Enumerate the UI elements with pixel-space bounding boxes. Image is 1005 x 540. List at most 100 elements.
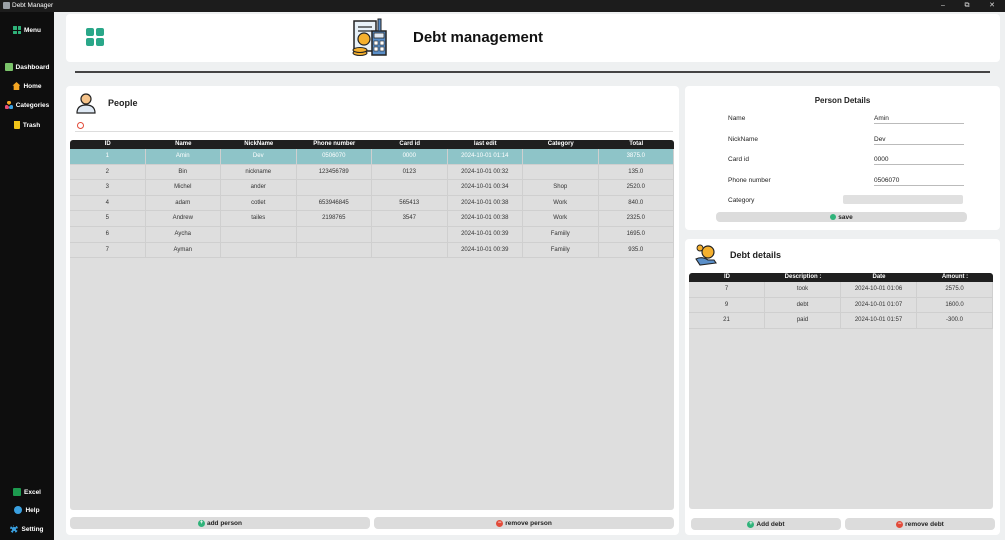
table-cell: 1600.0 (917, 297, 993, 313)
help-icon (14, 506, 23, 514)
plus-icon: + (197, 519, 205, 527)
search-icon[interactable] (77, 122, 84, 129)
app-logo-icon (86, 28, 104, 46)
table-cell: 2024-10-01 00:39 (448, 226, 523, 242)
table-cell: debt (765, 297, 841, 313)
table-cell: 3547 (372, 211, 448, 226)
category-select[interactable] (843, 195, 963, 204)
column-header[interactable]: Date (841, 273, 917, 282)
table-cell (221, 226, 297, 242)
card-id-input[interactable]: 0000 (874, 156, 964, 165)
remove-debt-button[interactable]: − remove debt (845, 518, 995, 530)
phone-number-input[interactable]: 0506070 (874, 177, 964, 186)
close-button[interactable]: ✕ (979, 0, 1005, 12)
page-header: Debt management (66, 14, 1000, 62)
sidebar-item-home[interactable]: Home (0, 79, 54, 93)
sidebar-item-label: Help (25, 506, 40, 514)
table-cell (297, 180, 372, 195)
column-header[interactable]: Amount : (917, 273, 993, 282)
add-person-button[interactable]: + add person (70, 517, 370, 529)
menu-grid-icon (13, 26, 21, 34)
sidebar-item-help[interactable]: Help (0, 503, 54, 517)
table-row[interactable]: 9 debt 2024-10-01 01:07 1600.0 (689, 297, 993, 314)
sidebar-item-dashboard[interactable]: Dashboard (0, 60, 54, 74)
search-input[interactable] (75, 131, 673, 132)
table-cell: 2575.0 (917, 282, 993, 297)
dashboard-icon (4, 63, 13, 71)
sidebar-item-trash[interactable]: Trash (0, 118, 54, 132)
people-table: ID Name NickName Phone number Card id last ed… (70, 140, 674, 510)
excel-icon (13, 488, 21, 496)
plus-icon: + (747, 520, 755, 528)
table-cell: Shop (523, 180, 599, 195)
table-cell: Aycha (146, 226, 221, 242)
field-label: Category (728, 197, 755, 204)
column-header[interactable]: last edit (448, 140, 524, 149)
table-cell (297, 226, 372, 242)
header-divider (75, 71, 990, 73)
table-cell: 135.0 (599, 164, 674, 180)
column-header[interactable]: Description : (765, 273, 841, 282)
table-cell: 2024-10-01 00:34 (448, 180, 523, 195)
table-row[interactable]: 5 Andrew tailes 2198765 3547 2024-10-01 00:38… (70, 211, 674, 227)
table-row[interactable]: 2 Bin nickname 123456789 0123 2024-10-01 00:3… (70, 164, 674, 181)
table-cell (372, 180, 448, 195)
table-row[interactable]: 3 Michel ander 2024-10-01 00:34 Shop 2520.0 (70, 180, 674, 196)
sidebar-item-setting[interactable]: Setting (0, 522, 54, 536)
remove-person-label: remove person (505, 519, 552, 527)
table-cell: 3875.0 (599, 149, 674, 164)
trash-icon (13, 121, 20, 129)
table-cell: 2024-10-01 01:07 (841, 297, 917, 313)
menu-button[interactable]: Menu (0, 23, 54, 37)
save-button[interactable]: save (716, 212, 967, 222)
nickname-input[interactable]: Dev (874, 136, 964, 145)
table-cell (372, 242, 448, 258)
table-row[interactable]: 4 adam cotlet 653946845 565413 2024-10-01 00:… (70, 195, 674, 212)
people-panel: People ID Name NickName Phone number Card id… (66, 86, 679, 535)
table-row[interactable]: 21 paid 2024-10-01 01:57 -300.0 (689, 313, 993, 329)
column-header[interactable]: Name (146, 140, 222, 149)
field-label: Name (728, 115, 746, 122)
table-cell: adam (146, 195, 221, 211)
column-header[interactable]: NickName (221, 140, 297, 149)
table-cell: 2024-10-01 01:14 (448, 149, 523, 164)
column-header[interactable]: ID (70, 140, 146, 149)
field-label: NickName (728, 136, 758, 143)
table-cell: 2024-10-01 00:38 (448, 195, 523, 211)
sidebar-item-label: Dashboard (15, 63, 50, 71)
table-cell: 2 (70, 164, 146, 180)
sidebar-item-excel[interactable]: Excel (0, 485, 54, 499)
card-id-field: Card id 0000 (728, 154, 968, 166)
add-debt-button[interactable]: + Add debt (691, 518, 841, 530)
add-person-label: add person (206, 519, 243, 527)
people-table-header: ID Name NickName Phone number Card id last ed… (70, 140, 674, 149)
remove-person-button[interactable]: − remove person (374, 517, 674, 529)
table-cell: -300.0 (917, 313, 993, 328)
category-field: Category (728, 195, 968, 207)
window-title: Debt Manager (12, 2, 54, 9)
name-field: Name Amin (728, 113, 968, 125)
table-row[interactable]: 6 Aycha 2024-10-01 00:39 Famiily 1695.0 (70, 226, 674, 243)
table-row[interactable]: 7 took 2024-10-01 01:06 2575.0 (689, 282, 993, 298)
table-cell: tailes (221, 211, 297, 226)
column-header[interactable]: Total (599, 140, 675, 149)
debt-document-icon (352, 18, 387, 56)
table-cell: 9 (689, 297, 765, 313)
name-input[interactable]: Amin (874, 115, 964, 124)
column-header[interactable]: Phone number (297, 140, 373, 149)
table-cell (372, 226, 448, 242)
table-cell: 935.0 (599, 242, 674, 258)
minimize-button[interactable]: – (930, 0, 956, 12)
column-header[interactable]: ID (689, 273, 765, 282)
column-header[interactable]: Category (523, 140, 599, 149)
nickname-field: NickName Dev (728, 134, 968, 146)
column-header[interactable]: Card id (372, 140, 448, 149)
table-cell: 5 (70, 211, 146, 226)
table-row[interactable]: 7 Ayman 2024-10-01 00:39 Famiily 935.0 (70, 242, 674, 259)
table-cell (523, 164, 599, 180)
people-title: People (108, 98, 138, 108)
table-row[interactable]: 1 Amin Dev 0506070 0000 2024-10-01 01:14 3875.… (70, 149, 674, 165)
maximize-button[interactable]: ⧉ (954, 0, 980, 12)
table-cell: took (765, 282, 841, 297)
sidebar-item-categories[interactable]: Categories (0, 98, 54, 112)
